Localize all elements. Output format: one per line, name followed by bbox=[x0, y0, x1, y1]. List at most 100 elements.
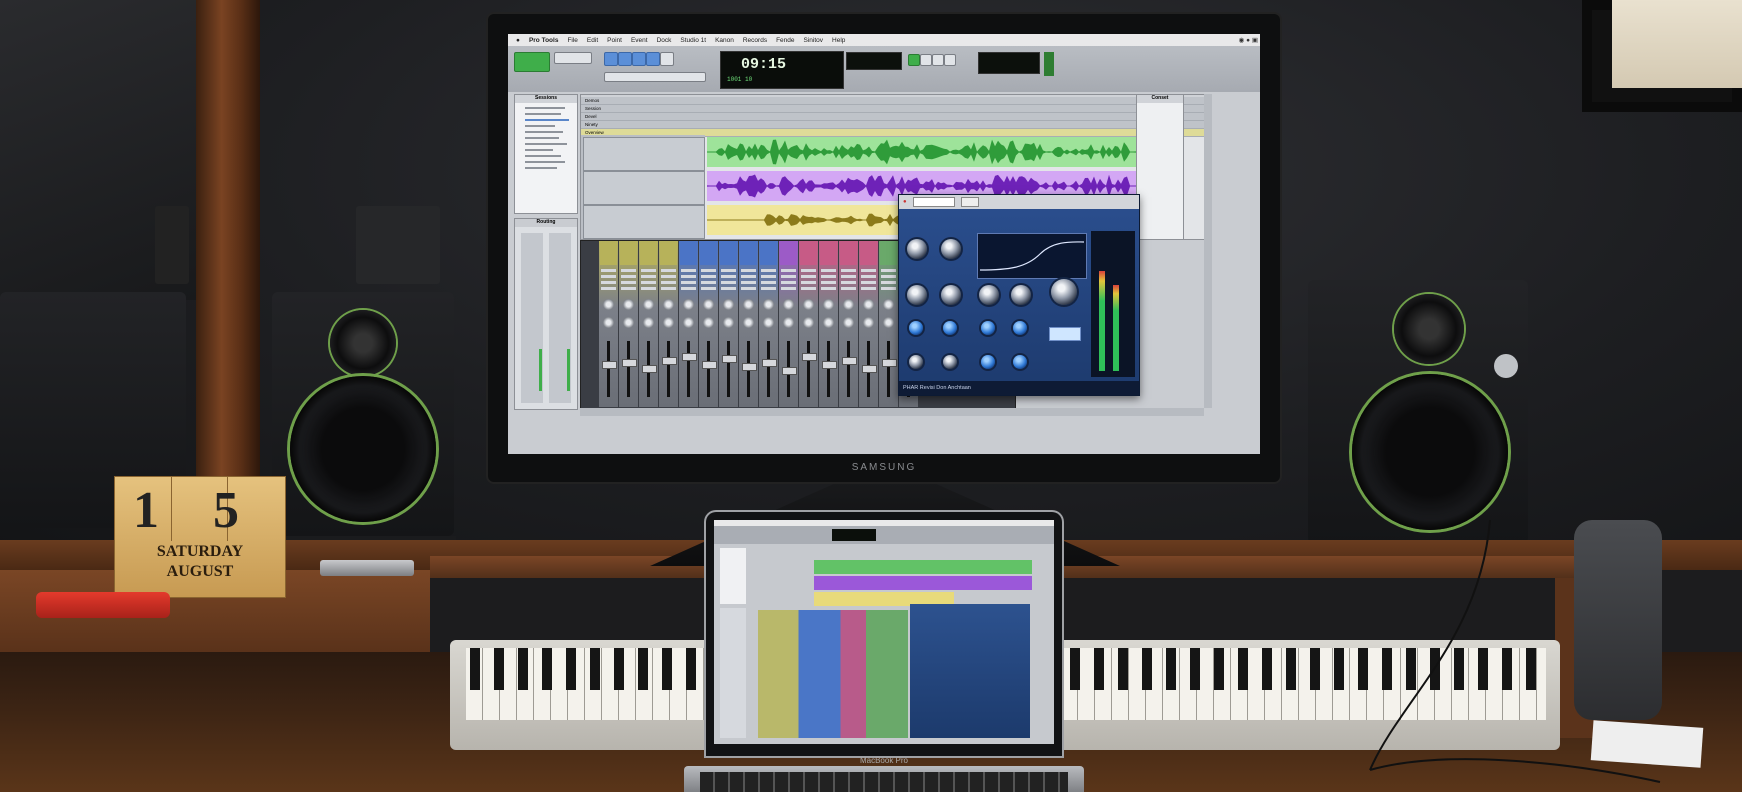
track-header[interactable] bbox=[583, 171, 705, 205]
insert-slot[interactable] bbox=[821, 275, 836, 278]
menu-item[interactable]: Event bbox=[631, 37, 648, 44]
insert-slot[interactable] bbox=[721, 269, 736, 272]
gain-knob[interactable] bbox=[907, 239, 927, 259]
send-knob[interactable] bbox=[603, 317, 614, 328]
volume-fader[interactable] bbox=[822, 361, 837, 369]
insert-slot[interactable] bbox=[641, 275, 656, 278]
mode-button[interactable] bbox=[514, 52, 550, 72]
main-counter[interactable]: 09:15 1001 10 bbox=[720, 51, 844, 89]
insert-slot[interactable] bbox=[621, 281, 636, 284]
insert-slot[interactable] bbox=[861, 275, 876, 278]
insert-slot[interactable] bbox=[721, 281, 736, 284]
insert-slot[interactable] bbox=[761, 287, 776, 290]
volume-fader[interactable] bbox=[702, 361, 717, 369]
send-knob[interactable] bbox=[823, 317, 834, 328]
volume-fader[interactable] bbox=[642, 365, 657, 373]
send-knob[interactable] bbox=[863, 317, 874, 328]
menu-item[interactable]: Records bbox=[743, 37, 767, 44]
insert-slot[interactable] bbox=[881, 275, 896, 278]
mixer-channel-strip[interactable] bbox=[659, 241, 678, 407]
send-knob[interactable] bbox=[623, 317, 634, 328]
trim-tool-icon[interactable] bbox=[618, 52, 632, 66]
eq-plugin-window[interactable]: ● PHAR Revisi Don Anchtaan bbox=[898, 194, 1140, 396]
insert-slot[interactable] bbox=[861, 281, 876, 284]
pan-knob[interactable] bbox=[823, 299, 834, 310]
send-knob[interactable] bbox=[663, 317, 674, 328]
band-knob[interactable] bbox=[909, 321, 923, 335]
pan-knob[interactable] bbox=[723, 299, 734, 310]
menu-item[interactable]: Dock bbox=[657, 37, 672, 44]
insert-slot[interactable] bbox=[741, 269, 756, 272]
menu-item[interactable]: Fende bbox=[776, 37, 794, 44]
mixer-channel-strip[interactable] bbox=[619, 241, 638, 407]
pan-knob[interactable] bbox=[603, 299, 614, 310]
mixer-channel-strip[interactable] bbox=[599, 241, 618, 407]
insert-slot[interactable] bbox=[741, 275, 756, 278]
band-knob[interactable] bbox=[943, 321, 957, 335]
insert-slot[interactable] bbox=[801, 269, 816, 272]
eq-knob[interactable] bbox=[1011, 285, 1031, 305]
insert-slot[interactable] bbox=[741, 287, 756, 290]
insert-slot[interactable] bbox=[841, 281, 856, 284]
plugin-titlebar[interactable]: ● bbox=[899, 195, 1139, 209]
volume-fader[interactable] bbox=[602, 361, 617, 369]
insert-slot[interactable] bbox=[801, 275, 816, 278]
send-knob[interactable] bbox=[723, 317, 734, 328]
mixer-channel-strip[interactable] bbox=[879, 241, 898, 407]
insert-slot[interactable] bbox=[861, 287, 876, 290]
track-header[interactable] bbox=[583, 205, 705, 239]
insert-slot[interactable] bbox=[821, 281, 836, 284]
output-knob[interactable] bbox=[1051, 279, 1077, 305]
vertical-scrollbar[interactable] bbox=[1204, 94, 1212, 408]
mixer-channel-strip[interactable] bbox=[719, 241, 738, 407]
send-knob[interactable] bbox=[783, 317, 794, 328]
insert-slot[interactable] bbox=[841, 287, 856, 290]
insert-slot[interactable] bbox=[681, 269, 696, 272]
insert-slot[interactable] bbox=[661, 269, 676, 272]
grid-settings[interactable] bbox=[604, 72, 706, 82]
audio-clip-green[interactable] bbox=[707, 137, 1137, 167]
insert-slot[interactable] bbox=[641, 281, 656, 284]
pan-knob[interactable] bbox=[763, 299, 774, 310]
insert-slot[interactable] bbox=[641, 269, 656, 272]
eq-knob[interactable] bbox=[979, 285, 999, 305]
volume-fader[interactable] bbox=[882, 359, 897, 367]
insert-slot[interactable] bbox=[681, 275, 696, 278]
bypass-button[interactable] bbox=[960, 197, 979, 207]
track-header[interactable] bbox=[583, 137, 705, 171]
insert-slot[interactable] bbox=[781, 281, 796, 284]
insert-slot[interactable] bbox=[601, 275, 616, 278]
mixer-channel-strip[interactable] bbox=[779, 241, 798, 407]
volume-fader[interactable] bbox=[782, 367, 797, 375]
pan-knob[interactable] bbox=[863, 299, 874, 310]
send-knob[interactable] bbox=[643, 317, 654, 328]
band-knob[interactable] bbox=[981, 321, 995, 335]
menu-item[interactable]: File bbox=[567, 37, 577, 44]
insert-slot[interactable] bbox=[841, 275, 856, 278]
insert-slot[interactable] bbox=[701, 269, 716, 272]
mixer-channel-strip[interactable] bbox=[699, 241, 718, 407]
send-knob[interactable] bbox=[763, 317, 774, 328]
insert-slot[interactable] bbox=[621, 275, 636, 278]
pan-knob[interactable] bbox=[803, 299, 814, 310]
pan-knob[interactable] bbox=[683, 299, 694, 310]
mixer-channel-strip[interactable] bbox=[639, 241, 658, 407]
pencil-tool-icon[interactable] bbox=[660, 52, 674, 66]
pan-knob[interactable] bbox=[663, 299, 674, 310]
menu-item[interactable]: Kanon bbox=[715, 37, 734, 44]
insert-slot[interactable] bbox=[701, 275, 716, 278]
pan-knob[interactable] bbox=[743, 299, 754, 310]
stop-button[interactable] bbox=[920, 54, 932, 66]
send-knob[interactable] bbox=[683, 317, 694, 328]
send-knob[interactable] bbox=[883, 317, 894, 328]
grabber-tool-icon[interactable] bbox=[646, 52, 660, 66]
insert-slot[interactable] bbox=[601, 281, 616, 284]
mixer-channel-strip[interactable] bbox=[739, 241, 758, 407]
insert-slot[interactable] bbox=[601, 287, 616, 290]
menu-item[interactable]: Edit bbox=[587, 37, 598, 44]
preset-selector[interactable] bbox=[912, 197, 955, 207]
send-knob[interactable] bbox=[843, 317, 854, 328]
insert-slot[interactable] bbox=[681, 281, 696, 284]
mode-toggle[interactable] bbox=[1049, 327, 1081, 341]
insert-slot[interactable] bbox=[821, 287, 836, 290]
